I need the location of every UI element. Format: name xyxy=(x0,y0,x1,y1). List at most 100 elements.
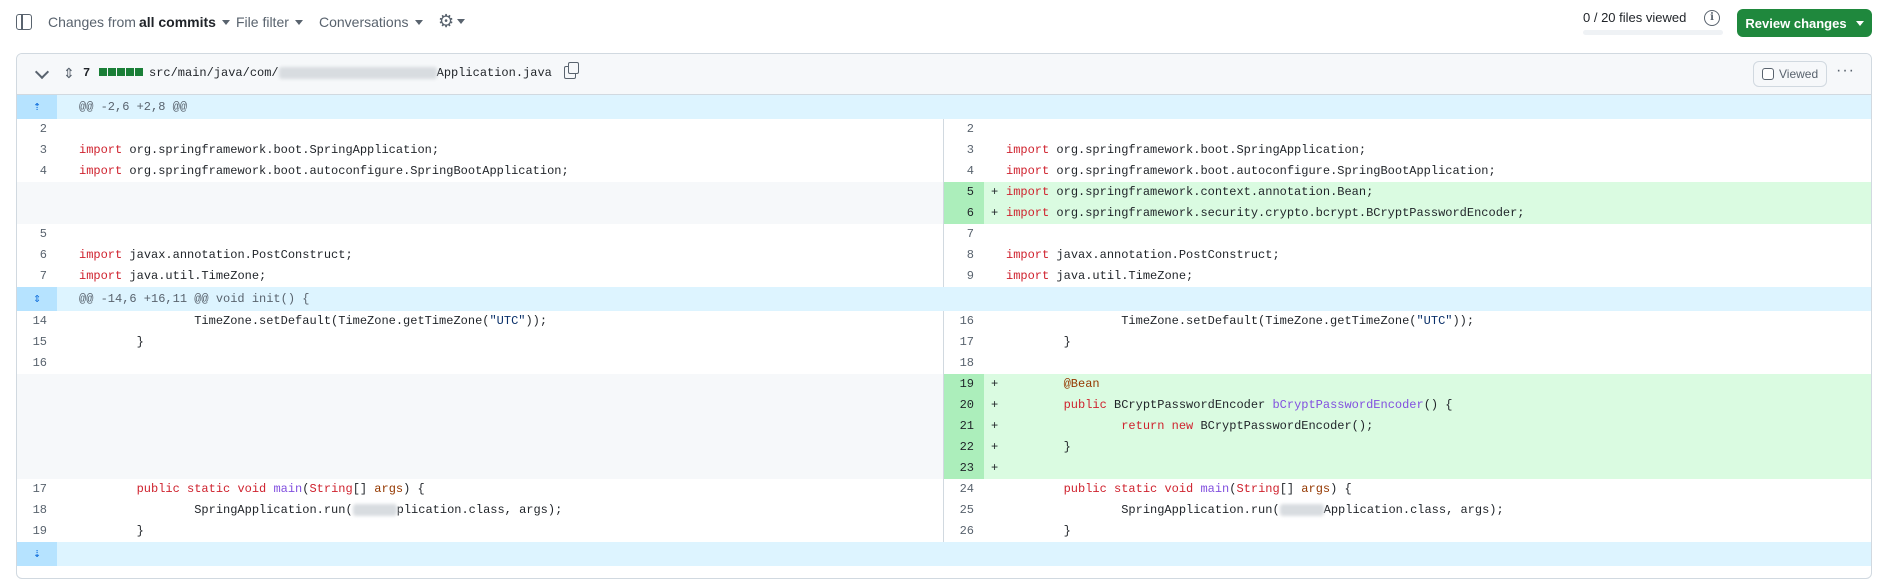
sidebar-toggle-icon[interactable] xyxy=(16,14,32,30)
changes-from-value: all commits xyxy=(138,14,216,30)
left-code: public static void main(String[] args) { xyxy=(136,482,425,496)
file-filter-dropdown[interactable]: File filter xyxy=(236,14,303,30)
file-filter-label: File filter xyxy=(236,14,289,30)
files-viewed-progress xyxy=(1583,30,1723,35)
right-line-number[interactable]: 17 xyxy=(944,332,984,353)
changes-from-label: Changes from xyxy=(48,14,136,30)
right-code-added: + xyxy=(984,458,1871,479)
left-empty-cell xyxy=(17,437,943,458)
right-line-number[interactable]: 24 xyxy=(944,479,984,500)
right-line-number[interactable]: 22 xyxy=(944,437,984,458)
left-empty-cell xyxy=(17,374,943,395)
chevron-down-icon xyxy=(221,19,230,25)
settings-dropdown[interactable]: ⚙ xyxy=(438,12,466,30)
right-code-added: + import org.springframework.context.anno… xyxy=(984,182,1871,203)
expand-down-icon[interactable]: ⇣ xyxy=(17,542,57,566)
right-line-number[interactable]: 5 xyxy=(944,182,984,203)
redacted-path-segment xyxy=(278,67,437,79)
diff-row: 14 TimeZone.setDefault(TimeZone.getTimeZ… xyxy=(17,311,1871,332)
expand-footer-row: ⇣ xyxy=(17,542,1871,566)
file-path-prefix: src/main/java/com/ xyxy=(149,66,279,80)
hunk-header-text: @@ -2,6 +2,8 @@ xyxy=(79,100,188,114)
right-line-number[interactable]: 16 xyxy=(944,311,984,332)
changed-lines-count: 7 xyxy=(83,66,91,80)
diff-row: 3 import org.springframework.boot.Spring… xyxy=(17,140,1871,161)
right-line-number[interactable]: 8 xyxy=(944,245,984,266)
expand-both-icon[interactable]: ⇕ xyxy=(17,287,57,311)
diffstat-block xyxy=(126,68,134,76)
viewed-checkbox-button[interactable]: Viewed xyxy=(1753,61,1827,87)
left-empty-cell xyxy=(17,458,943,479)
right-line-number[interactable]: 21 xyxy=(944,416,984,437)
right-code: } xyxy=(1006,335,1071,349)
diff-row-added: 23 + xyxy=(17,458,1871,479)
diff-row: 6 import javax.annotation.PostConstruct;… xyxy=(17,245,1871,266)
left-line-number[interactable]: 2 xyxy=(17,119,57,140)
left-code xyxy=(57,224,944,245)
review-changes-label: Review changes xyxy=(1745,15,1847,31)
left-line-number[interactable]: 18 xyxy=(17,500,57,521)
right-code: TimeZone.setDefault(TimeZone.getTimeZone… xyxy=(1006,314,1475,328)
left-line-number[interactable]: 3 xyxy=(17,140,57,161)
diffstat-blocks xyxy=(99,68,143,76)
right-line-number[interactable]: 4 xyxy=(944,161,984,182)
left-line-number[interactable]: 17 xyxy=(17,479,57,500)
left-line-number[interactable]: 19 xyxy=(17,521,57,542)
left-line-number[interactable]: 6 xyxy=(17,245,57,266)
diff-row: 16 18 xyxy=(17,353,1871,374)
right-code: import java.util.TimeZone; xyxy=(1006,269,1194,283)
collapse-chevron-icon[interactable] xyxy=(34,64,50,80)
file-header: ⇕ 7 src/main/java/com/ Application.java … xyxy=(17,54,1871,95)
info-icon[interactable]: i xyxy=(1704,10,1720,26)
right-line-number[interactable]: 3 xyxy=(944,140,984,161)
chevron-down-icon xyxy=(1855,20,1864,26)
file-diff-panel: ⇕ 7 src/main/java/com/ Application.java … xyxy=(16,53,1872,579)
right-code: public static void main(String[] args) { xyxy=(1063,482,1352,496)
diff-row: 15 } 17 } xyxy=(17,332,1871,353)
left-code: import javax.annotation.PostConstruct; xyxy=(79,248,353,262)
hunk-header-text: @@ -14,6 +16,11 @@ void init() { xyxy=(79,292,310,306)
diff-row-added: 22 + } xyxy=(17,437,1871,458)
right-line-number[interactable]: 20 xyxy=(944,395,984,416)
viewed-checkbox[interactable] xyxy=(1762,68,1774,80)
left-line-number[interactable]: 5 xyxy=(17,224,57,245)
right-line-number[interactable]: 9 xyxy=(944,266,984,287)
copy-icon[interactable] xyxy=(564,62,579,79)
left-code: import org.springframework.boot.autoconf… xyxy=(79,164,569,178)
diff-row: 19 } 26 } xyxy=(17,521,1871,542)
files-viewed-text: 0 / 20 files viewed xyxy=(1583,10,1687,25)
right-line-number[interactable]: 19 xyxy=(944,374,984,395)
right-line-number[interactable]: 25 xyxy=(944,500,984,521)
diffstat-block xyxy=(108,68,116,76)
left-line-number[interactable]: 4 xyxy=(17,161,57,182)
left-code xyxy=(57,119,944,140)
left-line-number[interactable]: 16 xyxy=(17,353,57,374)
conversations-dropdown[interactable]: Conversations xyxy=(319,14,423,30)
expand-up-icon[interactable]: ⇡ xyxy=(17,95,57,119)
file-path-link[interactable]: src/main/java/com/ Application.java xyxy=(149,66,552,80)
diff-row-added: 20 + public BCryptPasswordEncoder bCrypt… xyxy=(17,395,1871,416)
right-line-number[interactable]: 7 xyxy=(944,224,984,245)
right-line-number[interactable]: 6 xyxy=(944,203,984,224)
review-changes-button[interactable]: Review changes xyxy=(1737,9,1872,37)
right-code: import org.springframework.boot.autoconf… xyxy=(1006,164,1496,178)
chevron-down-icon xyxy=(294,19,303,25)
left-code: TimeZone.setDefault(TimeZone.getTimeZone… xyxy=(79,314,548,328)
diff-row: 17 public static void main(String[] args… xyxy=(17,479,1871,500)
right-line-number[interactable]: 23 xyxy=(944,458,984,479)
left-line-number[interactable]: 14 xyxy=(17,311,57,332)
changes-from-dropdown[interactable]: Changes from all commits xyxy=(48,14,230,30)
diff-row-added: 5 + import org.springframework.context.an… xyxy=(17,182,1871,203)
expand-all-icon[interactable]: ⇕ xyxy=(63,65,75,82)
right-line-number[interactable]: 2 xyxy=(944,119,984,140)
diff-row: 18 SpringApplication.run(plication.class… xyxy=(17,500,1871,521)
redacted-class-name xyxy=(1279,503,1324,516)
right-line-number[interactable]: 18 xyxy=(944,353,984,374)
right-code xyxy=(984,353,1871,374)
diff-row-added: 19 + @Bean xyxy=(17,374,1871,395)
right-line-number[interactable]: 26 xyxy=(944,521,984,542)
diff-row-added: 21 + return new BCryptPasswordEncoder(); xyxy=(17,416,1871,437)
more-options-icon[interactable]: ··· xyxy=(1836,62,1855,80)
left-line-number[interactable]: 15 xyxy=(17,332,57,353)
left-line-number[interactable]: 7 xyxy=(17,266,57,287)
